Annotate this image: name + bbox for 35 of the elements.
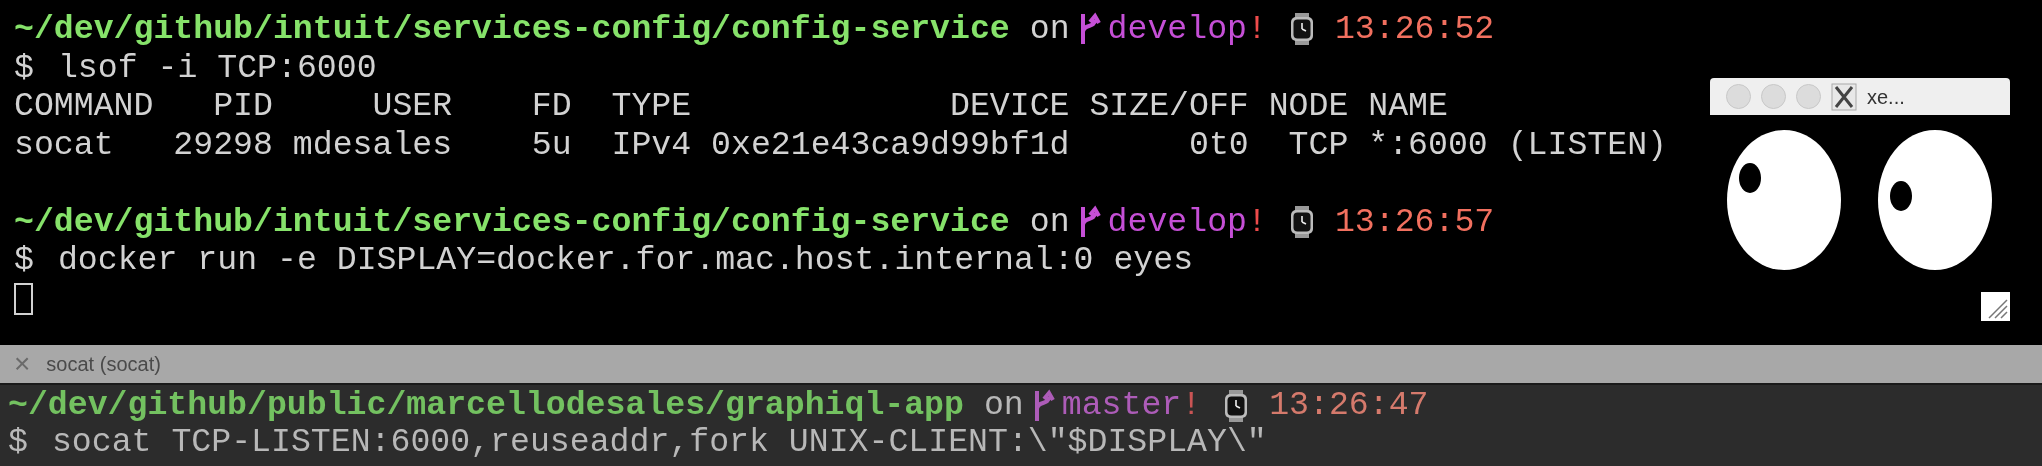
cursor [14,282,33,315]
prompt-path: ~/dev/github/intuit/services-config/config-service [14,202,1010,241]
watch-icon [1223,388,1250,423]
command-text: socat TCP-LISTEN:6000,reuseaddr,fork UNIX-CLIENT:\"$DISPLAY\" [51,424,1267,461]
resize-grip-icon[interactable] [1981,292,2010,321]
branch-name: develop [1107,10,1247,49]
branch-name: master [1061,387,1182,424]
window-control[interactable] [1726,84,1751,109]
window-title: xe... [1867,84,1905,110]
output-line: COMMAND PID USER FD TYPE DEVICE SIZE/OFF NODE NAME [14,87,1448,126]
prompt-text: on [982,387,1024,424]
window-control[interactable] [1796,84,1821,109]
prompt-time: 13:26:57 [1334,202,1495,241]
prompt-symbol: $ [14,241,34,280]
prompt-path: ~/dev/github/intuit/services-config/config-service [14,10,1010,49]
output-line: socat 29298 mdesales 5u IPv4 0xe21e43ca9d99bf1d 0t0 TCP *:6000 (LISTEN) [14,125,1667,164]
dirty-mark: ! [1246,10,1267,49]
app-icon [1831,82,1857,111]
window-control[interactable] [1761,84,1786,109]
branch-name: develop [1107,202,1247,241]
watch-icon [1288,204,1315,239]
prompt-text: on [1028,202,1070,241]
prompt-symbol: $ [14,48,34,87]
dirty-mark: ! [1246,202,1267,241]
prompt-time: 13:26:47 [1269,387,1429,424]
tab-title[interactable]: socat (socat) [46,349,161,379]
prompt-time: 13:26:52 [1334,10,1495,49]
watch-icon [1288,12,1315,47]
close-icon[interactable]: × [14,343,31,385]
command-text: lsof -i TCP:6000 [57,48,377,87]
command-text: docker run -e DISPLAY=docker.for.mac.host.internal:0 eyes [57,241,1194,280]
dirty-mark: ! [1181,387,1202,424]
prompt-text: on [1028,10,1070,49]
prompt-symbol: $ [8,424,28,461]
prompt-path: ~/dev/github/public/marcellodesales/graphiql-app [8,387,964,424]
